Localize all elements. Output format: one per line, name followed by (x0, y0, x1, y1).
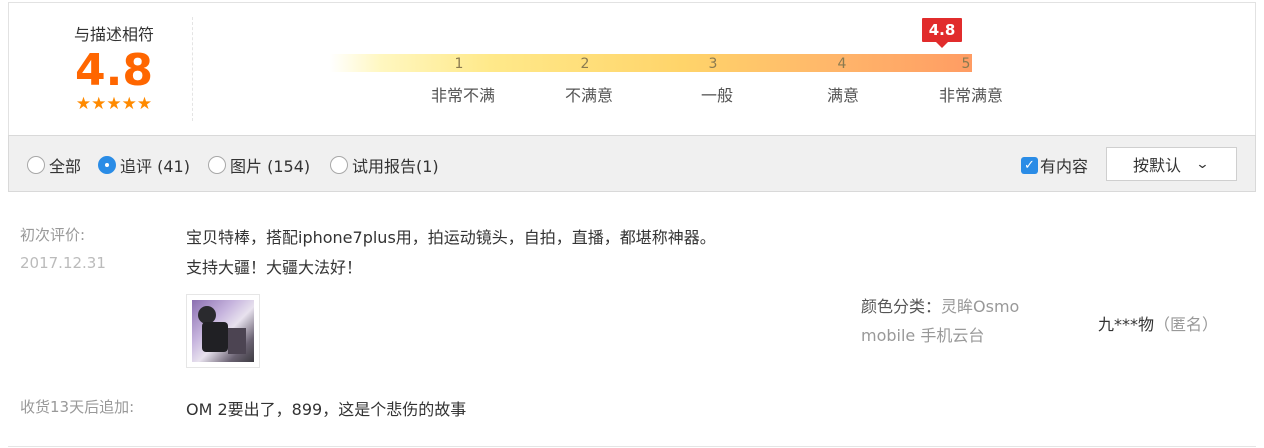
scale-number: 3 (708, 56, 718, 72)
filter-all-label: 全部 (49, 157, 82, 176)
scale-label: 非常不满 (430, 86, 495, 105)
review-date: 2017.12.31 (20, 254, 106, 272)
sort-dropdown-label: 按默认 (1133, 156, 1182, 175)
scale-label: 非常满意 (938, 86, 1003, 105)
score-badge-pointer (936, 42, 948, 48)
score-badge: 4.8 (922, 18, 962, 42)
append-review-text: OM 2要出了，899，这是个悲伤的故事 (186, 400, 467, 419)
star-rating-icon: ★★★★★ (75, 94, 153, 114)
filter-followup[interactable]: 追评 (41) (98, 153, 190, 177)
scale-number: 2 (580, 56, 590, 72)
review-text-line2: 支持大疆！大疆大法好！ (186, 258, 363, 277)
divider (192, 17, 193, 121)
filter-followup-label: 追评 (41) (120, 157, 190, 176)
scale-label: 满意 (826, 86, 859, 105)
scale-label: 不满意 (564, 86, 613, 105)
filter-images-label: 图片 (154) (230, 157, 311, 176)
divider (8, 446, 1256, 447)
review-photo-thumbnail[interactable] (186, 294, 260, 368)
has-content-label: 有内容 (1040, 157, 1089, 176)
sku-value-line2: mobile 手机云台 (861, 326, 985, 345)
photo-image (192, 300, 254, 362)
review-text-line1: 宝贝特棒，搭配iphone7plus用，拍运动镜头，自拍，直播，都堪称神器。 (186, 228, 716, 247)
filter-bar: 全部 追评 (41) 图片 (154) 试用报告(1) ✓ 有内容 按默认 ⌄ (8, 135, 1256, 192)
score-block: 与描述相符 4.8 ★★★★★ (39, 21, 189, 113)
append-review-label: 收货13天后追加: (20, 398, 135, 416)
sort-dropdown[interactable]: 按默认 ⌄ (1106, 147, 1237, 181)
scale-number: 5 (961, 56, 971, 72)
filter-images[interactable]: 图片 (154) (208, 153, 310, 177)
sku-label: 颜色分类： (861, 297, 942, 316)
filter-all[interactable]: 全部 (27, 153, 81, 177)
filter-trial-report[interactable]: 试用报告(1) (330, 153, 439, 177)
radio-icon[interactable] (330, 156, 348, 174)
has-content-checkbox[interactable]: ✓ 有内容 (1021, 153, 1088, 177)
reviewer: 九***物（匿名） (1098, 311, 1218, 335)
radio-icon[interactable] (27, 156, 45, 174)
scale-label: 一般 (700, 86, 733, 105)
chevron-down-icon: ⌄ (1195, 156, 1210, 172)
scale-number: 4 (837, 56, 847, 72)
radio-icon[interactable] (208, 156, 226, 174)
filter-trial-report-label: 试用报告(1) (352, 157, 439, 176)
reviewer-name: 九***物 (1098, 315, 1155, 334)
anonymous-tag: （匿名） (1154, 315, 1219, 334)
scale-number: 1 (454, 56, 464, 72)
first-review-label: 初次评价: (20, 226, 86, 244)
score-value: 4.8 (75, 45, 153, 96)
radio-checked-icon[interactable] (98, 156, 116, 174)
score-title: 与描述相符 (73, 25, 154, 44)
checkmark-icon[interactable]: ✓ (1021, 156, 1038, 174)
sku-info: 颜色分类：灵眸Osmo (861, 293, 1019, 317)
rating-scale-bar (330, 54, 972, 72)
sku-value: 灵眸Osmo (941, 297, 1020, 316)
